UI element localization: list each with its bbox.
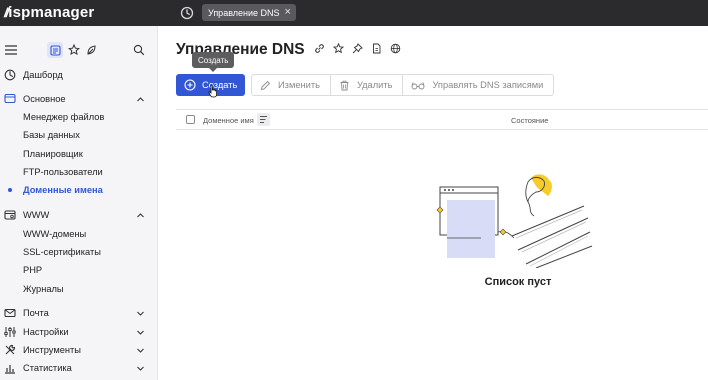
www-globe-icon (4, 209, 16, 221)
search-icon[interactable] (131, 42, 147, 58)
sidebar-item-label: SSL-сертификаты (23, 247, 101, 257)
manage-dns-records-label: Управлять DNS записями (432, 80, 544, 90)
logo-name: ispmanager (8, 3, 95, 21)
pencil-icon (260, 80, 271, 91)
chevron-down-icon[interactable] (136, 346, 145, 355)
empty-list-illustration (436, 174, 593, 268)
edit-button-label: Изменить (278, 80, 320, 90)
sidebar-item-logs[interactable]: Журналы (0, 280, 158, 298)
dashboard-gauge-icon (4, 69, 16, 81)
sidebar-item-label: Доменные имена (23, 185, 103, 195)
sidebar-item-label: WWW (23, 210, 50, 220)
trash-icon (339, 80, 350, 91)
app-logo[interactable]: // ispmanager (4, 2, 94, 22)
secondary-actions: Изменить Удалить Управлять DNS записями (251, 74, 555, 96)
menu-hamburger-icon[interactable] (3, 42, 19, 58)
glasses-icon (411, 80, 425, 91)
chevron-down-icon[interactable] (136, 364, 145, 373)
sidebar-item-label: Менеджер файлов (23, 112, 105, 122)
sidebar-item-label: Планировщик (23, 149, 83, 159)
sidebar-item-label: PHP (23, 265, 43, 275)
sidebar-item-statistics[interactable]: Статистика (0, 359, 158, 377)
logo-mark: // (4, 4, 9, 20)
plus-circle-icon (184, 79, 196, 91)
sidebar-item-label: Статистика (23, 363, 72, 373)
tab-close-icon[interactable]: × (285, 7, 291, 18)
sidebar-item-www[interactable]: WWW (0, 206, 158, 224)
sidebar-item-www-domains[interactable]: WWW-домены (0, 225, 158, 243)
table-header: Доменное имя Состояние (176, 109, 708, 130)
active-indicator-dot (8, 188, 12, 192)
delete-button-label: Удалить (356, 80, 393, 90)
hand-cursor-icon (208, 84, 218, 98)
manage-dns-records-button[interactable]: Управлять DNS записями (403, 75, 553, 95)
chevron-up-icon[interactable] (136, 211, 145, 220)
chevron-down-icon[interactable] (136, 328, 145, 337)
column-domain-name[interactable]: Доменное имя (203, 116, 254, 125)
chevron-down-icon[interactable] (136, 309, 145, 318)
sidebar-item-label: Базы данных (23, 130, 80, 140)
list-view-icon[interactable] (47, 42, 63, 58)
empty-list-message: Список пуст (484, 276, 552, 288)
sidebar: Дашборд Основное Менеджер файлов Базы да… (0, 26, 158, 380)
link-icon[interactable] (314, 43, 325, 54)
create-tooltip: Создать (192, 52, 235, 72)
tab-label: Управление DNS (208, 7, 280, 18)
sidebar-item-label: WWW-домены (23, 229, 87, 239)
sidebar-item-label: FTP-пользователи (23, 167, 103, 177)
sidebar-item-label: Журналы (23, 284, 64, 294)
sidebar-item-file-manager[interactable]: Менеджер файлов (0, 108, 158, 126)
settings-sliders-icon (4, 326, 16, 338)
sidebar-item-settings[interactable]: Настройки (0, 323, 158, 341)
sidebar-toolbar (0, 40, 158, 60)
favorite-star-icon[interactable] (333, 43, 344, 54)
column-status[interactable]: Состояние (511, 116, 548, 125)
sort-icon[interactable] (257, 113, 270, 126)
sidebar-item-label: Инструменты (23, 345, 81, 355)
title-actions (314, 43, 401, 57)
sidebar-item-php[interactable]: PHP (0, 261, 158, 279)
tools-wrench-icon (4, 344, 16, 356)
chevron-up-icon[interactable] (136, 95, 145, 104)
sidebar-item-ssl-certificates[interactable]: SSL-сертификаты (0, 243, 158, 261)
main-content: Управление DNS Создать Создать Изменить … (158, 26, 708, 380)
globe-icon[interactable] (390, 43, 401, 54)
statistics-bars-icon (4, 362, 16, 374)
sidebar-item-databases[interactable]: Базы данных (0, 126, 158, 144)
edit-button[interactable]: Изменить (252, 75, 331, 95)
action-toolbar: Создать Изменить Удалить Управлять DNS з… (176, 74, 555, 96)
select-all-checkbox[interactable] (186, 115, 195, 124)
sidebar-item-domain-names[interactable]: Доменные имена (0, 181, 158, 199)
document-icon[interactable] (371, 43, 382, 54)
sidebar-item-label: Настройки (23, 327, 69, 337)
sidebar-item-label: Дашборд (23, 70, 63, 80)
sidebar-item-label: Основное (23, 94, 66, 104)
history-clock-icon[interactable] (179, 5, 195, 21)
top-bar: // ispmanager Управление DNS × (0, 0, 708, 26)
sidebar-item-mail[interactable]: Почта (0, 304, 158, 322)
main-section-icon (4, 93, 16, 105)
favorites-star-icon[interactable] (66, 42, 82, 58)
sidebar-item-main[interactable]: Основное (0, 90, 158, 108)
sidebar-item-label: Почта (23, 308, 49, 318)
sidebar-item-tools[interactable]: Инструменты (0, 341, 158, 359)
sidebar-item-scheduler[interactable]: Планировщик (0, 145, 158, 163)
pin-icon[interactable] (352, 43, 363, 54)
plugins-leaf-icon[interactable] (84, 42, 100, 58)
sidebar-item-dashboard[interactable]: Дашборд (0, 66, 158, 84)
mail-envelope-icon (4, 307, 16, 319)
sidebar-item-ftp-users[interactable]: FTP-пользователи (0, 163, 158, 181)
delete-button[interactable]: Удалить (331, 75, 404, 95)
tab-dns-management[interactable]: Управление DNS × (202, 4, 296, 21)
